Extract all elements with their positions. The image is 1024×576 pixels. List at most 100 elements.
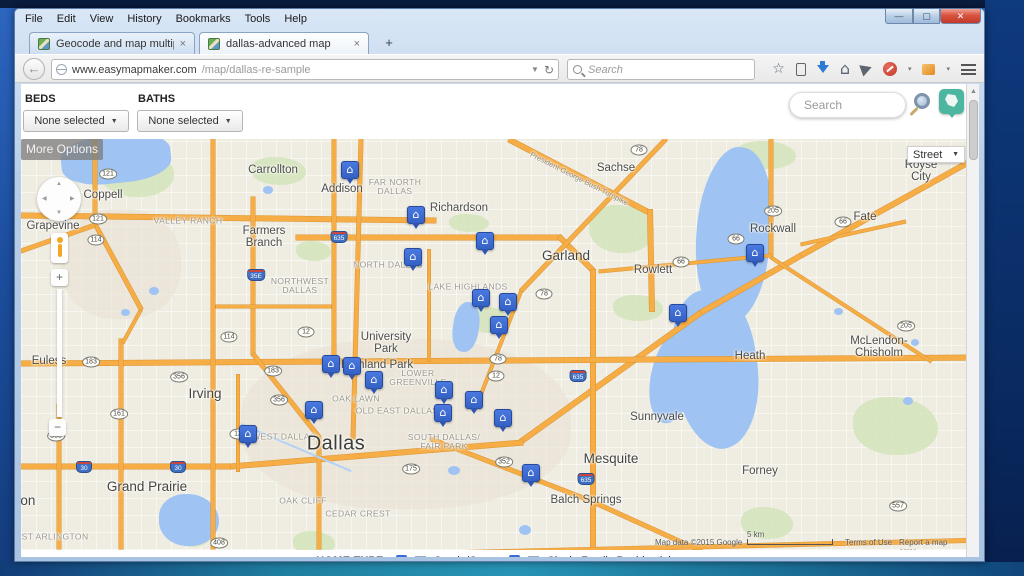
map-label: Sachse <box>597 162 635 174</box>
terms-of-use-link[interactable]: Terms of Use <box>845 538 892 547</box>
highway-shield: 66 <box>673 257 690 268</box>
beds-dropdown[interactable]: None selected ▼ <box>23 110 129 132</box>
property-marker-pin[interactable]: ⌂ <box>490 316 508 334</box>
highway-shield: 114 <box>87 235 104 246</box>
map-type-control[interactable]: Street ▼ <box>907 146 965 163</box>
menu-hamburger-icon[interactable] <box>961 64 976 75</box>
property-marker-pin[interactable]: ⌂ <box>239 425 257 443</box>
home-type-label: HOME TYPE: <box>316 555 387 557</box>
menu-history[interactable]: History <box>127 13 161 25</box>
tab-strip: Geocode and map multipl... × dallas-adva… <box>15 29 984 54</box>
water-body <box>149 287 159 295</box>
baths-dropdown[interactable]: None selected ▼ <box>137 110 243 132</box>
tab-dallas-advanced-map[interactable]: dallas-advanced map × <box>199 32 369 54</box>
minimize-button[interactable]: — <box>885 9 913 24</box>
map-label: Balch Springs <box>551 494 622 506</box>
adblock-icon[interactable] <box>883 62 897 76</box>
road <box>21 464 233 469</box>
zoom-in-button[interactable]: + <box>51 269 68 286</box>
single-family-checkbox[interactable]: ✓ <box>528 556 539 558</box>
menu-view[interactable]: View <box>90 13 114 25</box>
report-map-error-link[interactable]: Report a map error <box>899 538 966 550</box>
url-dropdown-icon[interactable]: ▼ <box>531 65 539 74</box>
beds-dropdown-value: None selected <box>34 115 104 127</box>
reload-icon[interactable]: ↻ <box>544 63 554 77</box>
map-label: President George Bush Turnpike <box>529 151 630 207</box>
property-marker-pin[interactable]: ⌂ <box>499 293 517 311</box>
map-label: NORTHWEST DALLAS <box>271 277 329 295</box>
property-marker-pin[interactable]: ⌂ <box>465 391 483 409</box>
tab-geocode[interactable]: Geocode and map multipl... × <box>29 32 195 54</box>
menu-help[interactable]: Help <box>284 13 307 25</box>
home-icon[interactable]: ⌂ <box>840 62 850 76</box>
menu-file[interactable]: File <box>25 13 43 25</box>
extension-dropdown-icon[interactable]: ▾ <box>946 65 950 73</box>
map-label: Rockwall <box>750 223 796 235</box>
map-search-input[interactable] <box>802 97 893 113</box>
maximize-button[interactable]: ▢ <box>913 9 940 24</box>
property-marker-pin[interactable]: ⌂ <box>746 244 764 262</box>
pegman-control[interactable] <box>51 233 68 263</box>
pan-down-icon[interactable]: ▼ <box>56 210 62 216</box>
clipboard-icon[interactable] <box>796 63 806 76</box>
map-label: OAK CLIFF <box>279 497 327 506</box>
back-button[interactable]: ← <box>23 58 45 80</box>
property-marker-pin[interactable]: ⌂ <box>322 355 340 373</box>
pan-left-icon[interactable]: ◀ <box>42 195 47 202</box>
downloads-icon[interactable] <box>817 65 829 73</box>
browser-search-input[interactable] <box>586 63 749 77</box>
map-label: Mesquite <box>584 452 639 466</box>
property-marker-pin[interactable]: ⌂ <box>305 401 323 419</box>
road <box>211 139 215 549</box>
zoom-out-button[interactable]: − <box>49 419 66 436</box>
highway-shield: 205 <box>764 206 782 217</box>
road <box>119 339 123 549</box>
property-marker-pin[interactable]: ⌂ <box>365 371 383 389</box>
map-label: Forney <box>742 465 778 477</box>
scrollbar-thumb[interactable] <box>969 100 978 160</box>
zoom-slider[interactable] <box>57 289 62 417</box>
extension-icon[interactable] <box>922 64 935 75</box>
map-pan-control[interactable]: ▲ ▼ ◀ ▶ <box>37 177 81 221</box>
highway-shield: 161 <box>110 409 128 420</box>
close-button[interactable]: ✕ <box>940 9 981 24</box>
property-marker-pin[interactable]: ⌂ <box>407 206 425 224</box>
tab-close-icon[interactable]: × <box>354 38 360 50</box>
property-marker-pin[interactable]: ⌂ <box>669 304 687 322</box>
easymapmaker-logo-icon[interactable] <box>939 89 964 114</box>
tab-close-icon[interactable]: × <box>180 38 186 50</box>
pan-up-icon[interactable]: ▲ <box>56 181 62 187</box>
highway-shield: 121 <box>89 214 107 225</box>
map-canvas[interactable]: GrapevineCoppellCarrolltonAddisonFAR NOR… <box>21 139 966 550</box>
property-marker-pin[interactable]: ⌂ <box>476 232 494 250</box>
property-marker-pin[interactable]: ⌂ <box>343 357 361 375</box>
new-tab-button[interactable]: + <box>377 35 401 52</box>
map-scale-label: 5 km <box>747 530 764 539</box>
url-bar[interactable]: www.easymapmaker.com /map/dallas-re-samp… <box>51 59 559 80</box>
menu-bookmarks[interactable]: Bookmarks <box>176 13 231 25</box>
property-marker-pin[interactable]: ⌂ <box>494 409 512 427</box>
magnifier-icon[interactable] <box>914 93 930 109</box>
condo-checkbox[interactable]: ✓ <box>415 556 426 558</box>
bookmark-star-icon[interactable]: ☆ <box>772 62 785 76</box>
adblock-dropdown-icon[interactable]: ▾ <box>908 65 912 73</box>
share-icon[interactable] <box>859 61 873 76</box>
browser-search-bar[interactable] <box>567 59 755 80</box>
highway-shield: 635 <box>331 231 348 243</box>
scrollbar-up-icon[interactable]: ▲ <box>970 88 977 95</box>
property-marker-pin[interactable]: ⌂ <box>472 289 490 307</box>
property-marker-pin[interactable]: ⌂ <box>435 381 453 399</box>
page-content: BEDS BATHS None selected ▼ None selected… <box>21 84 966 557</box>
map-search-box[interactable] <box>789 92 906 118</box>
window-controls: — ▢ ✕ <box>885 9 981 24</box>
page-scrollbar[interactable]: ▲ <box>966 84 979 557</box>
menu-edit[interactable]: Edit <box>57 13 76 25</box>
property-marker-pin[interactable]: ⌂ <box>434 404 452 422</box>
pan-right-icon[interactable]: ▶ <box>70 195 75 202</box>
more-options-button[interactable]: More Options <box>21 139 103 160</box>
property-marker-pin[interactable]: ⌂ <box>404 248 422 266</box>
property-marker-pin[interactable]: ⌂ <box>522 464 540 482</box>
map-label: OLD EAST DALLAS <box>356 407 439 416</box>
property-marker-pin[interactable]: ⌂ <box>341 161 359 179</box>
menu-tools[interactable]: Tools <box>245 13 271 25</box>
